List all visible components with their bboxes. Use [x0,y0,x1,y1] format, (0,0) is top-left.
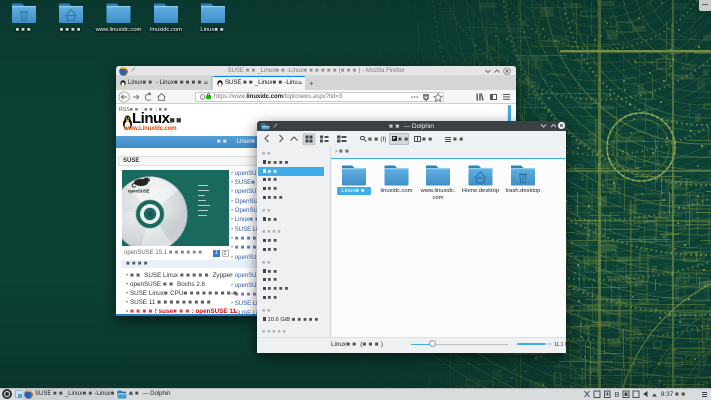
svg-text:openSUSE: openSUSE [128,189,150,194]
svg-text:B: B [615,390,620,399]
